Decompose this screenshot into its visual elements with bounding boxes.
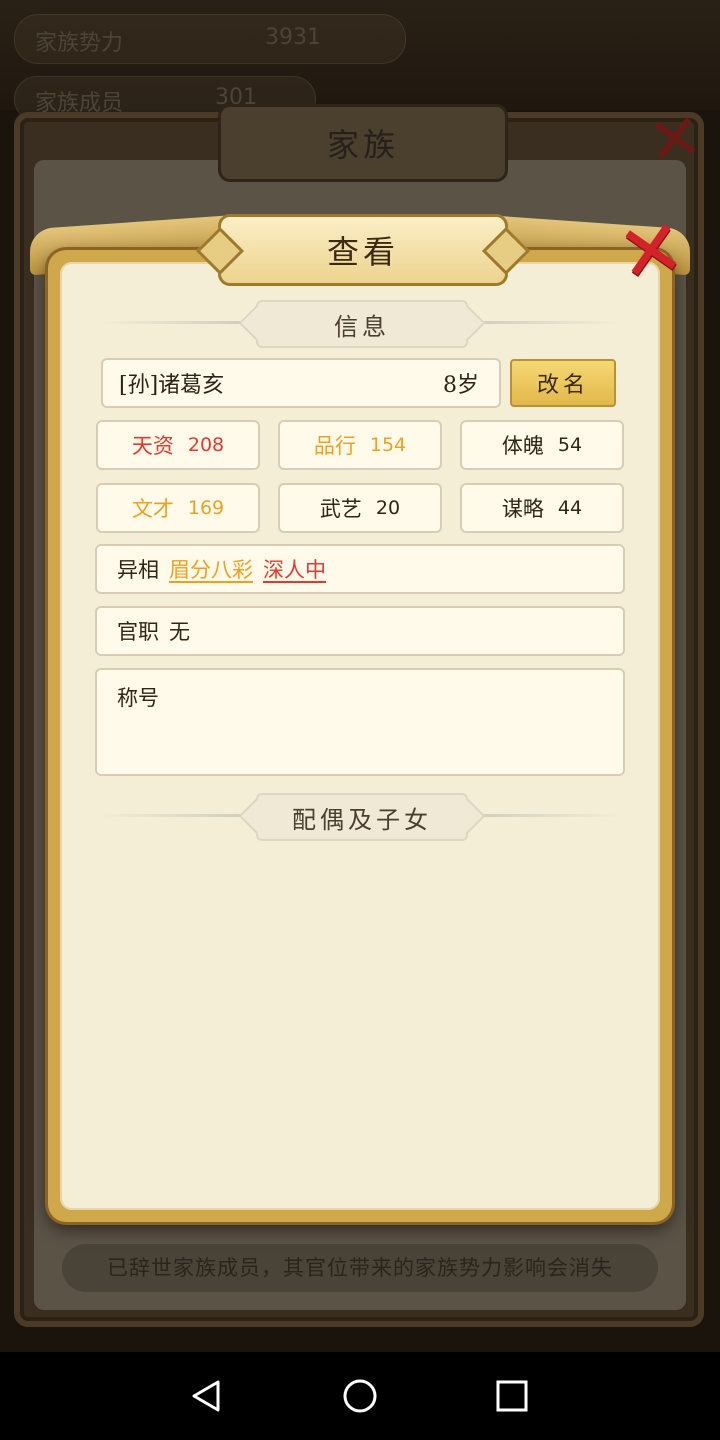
office-value: 无 — [169, 620, 190, 644]
stat-conduct: 品行 154 — [278, 420, 442, 470]
stat-strategy: 谋略 44 — [460, 483, 624, 533]
stat-label: 体魄 — [501, 434, 544, 458]
close-icon[interactable]: ✕ — [605, 202, 699, 305]
section-header-family: 配偶及子女 — [96, 793, 624, 841]
dialog-title: 查看 — [326, 233, 399, 271]
stat-label: 文才 — [131, 497, 174, 521]
traits-label: 异相 — [117, 558, 159, 582]
stat-label: 品行 — [313, 434, 356, 458]
stat-value: 208 — [187, 434, 225, 456]
stat-literary: 文才 169 — [96, 483, 260, 533]
family-window-title: 家族 — [218, 104, 508, 182]
back-window-close-icon: ✕ — [643, 99, 707, 181]
stat-value: 20 — [375, 497, 401, 519]
section-header-info: 信息 — [96, 300, 624, 348]
section-title-info: 信息 — [256, 300, 468, 348]
section-title-family: 配偶及子女 — [256, 793, 468, 841]
section-divider-left — [96, 814, 246, 817]
dialog-title-plate: 查看 — [218, 214, 508, 286]
family-power-value: 3931 — [265, 25, 321, 50]
rename-button[interactable]: 改名 — [510, 359, 616, 407]
stat-physique: 体魄 54 — [460, 420, 624, 470]
person-name-field: [孙]诸葛亥 8岁 — [101, 358, 501, 408]
person-name: [孙]诸葛亥 — [119, 373, 225, 398]
stat-label: 天资 — [131, 434, 174, 458]
trait-link[interactable]: 眉分八彩 — [169, 554, 253, 584]
stat-value: 54 — [557, 434, 583, 456]
traits-row: 异相 眉分八彩 深人中 — [95, 544, 625, 594]
trait-link[interactable]: 深人中 — [263, 554, 326, 584]
office-label: 官职 — [117, 620, 159, 644]
home-circle-icon[interactable] — [336, 1372, 384, 1420]
office-row: 官职 无 — [95, 606, 625, 656]
section-divider-right — [474, 321, 624, 324]
stat-value: 169 — [187, 497, 225, 519]
system-navigation-bar — [0, 1352, 720, 1440]
stat-label: 谋略 — [501, 497, 544, 521]
family-power-bar: 家族势力 3931 — [14, 14, 406, 64]
back-triangle-icon[interactable] — [182, 1372, 230, 1420]
stat-value: 154 — [369, 434, 407, 456]
family-power-label: 家族势力 — [35, 31, 124, 56]
stat-talent: 天资 208 — [96, 420, 260, 470]
section-divider-right — [474, 814, 624, 817]
recents-square-icon[interactable] — [488, 1372, 536, 1420]
honor-label: 称号 — [117, 686, 159, 710]
stat-martial: 武艺 20 — [278, 483, 442, 533]
person-age: 8岁 — [443, 373, 479, 398]
section-divider-left — [96, 321, 246, 324]
stat-label: 武艺 — [319, 497, 362, 521]
deceased-member-notice: 已辞世家族成员，其官位带来的家族势力影响会消失 — [62, 1244, 658, 1292]
honor-title-box: 称号 — [95, 668, 625, 776]
stat-value: 44 — [557, 497, 583, 519]
